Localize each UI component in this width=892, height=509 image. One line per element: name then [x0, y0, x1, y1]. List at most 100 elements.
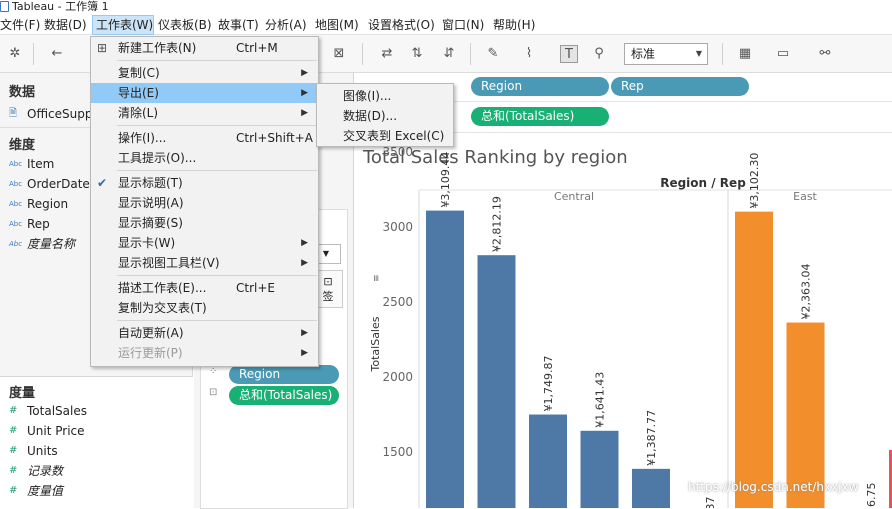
number-type-icon: #	[9, 465, 18, 476]
submenu-arrow-icon: ▶	[301, 88, 308, 98]
number-type-icon: #	[9, 405, 18, 416]
back-icon[interactable]: ←	[48, 45, 66, 63]
menu-separator	[117, 320, 317, 321]
menu-dashboard[interactable]: 仪表板(B)	[158, 15, 216, 35]
menu-item[interactable]: ✔ 显示标题(T)	[91, 173, 318, 193]
bar-data-label: ¥1,641.43	[594, 372, 607, 428]
menu-help[interactable]: 帮助(H)	[493, 15, 537, 35]
dimension-field[interactable]: Abc 度量名称	[9, 236, 75, 252]
export-menu-item[interactable]: 图像(I)...	[317, 86, 453, 106]
sort-ascending-icon[interactable]: ⇅	[408, 45, 426, 63]
show-labels-icon[interactable]: T	[560, 45, 578, 63]
menu-item[interactable]: 显示摘要(S)	[91, 213, 318, 233]
fit-select[interactable]: 标准 ▼	[624, 43, 708, 65]
chevron-down-icon: ▼	[695, 49, 702, 58]
menu-window[interactable]: 窗口(N)	[442, 15, 490, 35]
bar-data-label: ¥2,812.19	[491, 196, 504, 252]
menu-item[interactable]: ⊞ 新建工作表(N) Ctrl+M	[91, 38, 318, 58]
bar[interactable]	[632, 468, 670, 508]
new-sheet-icon: ⊞	[97, 41, 108, 55]
dimension-field[interactable]: Abc Region	[9, 196, 68, 212]
show-me-icon[interactable]: ▦	[736, 45, 754, 63]
data-source[interactable]: 🗎 OfficeSuppl	[9, 106, 96, 122]
menu-worksheet[interactable]: 工作表(W)	[92, 15, 154, 35]
menu-story[interactable]: 故事(T)	[218, 15, 262, 35]
color-icon: ⁘	[209, 366, 218, 377]
menu-item[interactable]: 显示视图工具栏(V) ▶	[91, 253, 318, 273]
marks-pill[interactable]: 总和(TotalSales)	[229, 386, 339, 405]
tableau-app-icon	[0, 1, 9, 12]
bar[interactable]	[477, 255, 516, 508]
string-type-icon: Abc	[9, 220, 23, 228]
string-type-icon: Abc	[9, 160, 23, 168]
number-type-icon: #	[9, 445, 18, 456]
measure-field[interactable]: # 度量值	[9, 483, 63, 499]
measure-field[interactable]: # Units	[9, 443, 58, 459]
export-menu-item[interactable]: 数据(D)...	[317, 106, 453, 126]
group-icon[interactable]: ⌇	[520, 45, 538, 63]
dimensions-header: 维度	[9, 138, 36, 153]
menu-separator	[117, 275, 317, 276]
string-type-icon: Abc	[9, 200, 23, 208]
marks-pill[interactable]: Region	[229, 365, 339, 384]
measures-header: 度量	[9, 386, 36, 401]
export-menu-item[interactable]: 交叉表到 Excel(C)	[317, 126, 453, 146]
dimension-field[interactable]: Abc OrderDate	[9, 176, 90, 192]
menu-data[interactable]: 数据(D)	[44, 15, 90, 35]
menu-item[interactable]: 运行更新(P) ▶	[91, 343, 318, 363]
menu-separator	[117, 170, 317, 171]
menu-item[interactable]: 描述工作表(E)... Ctrl+E	[91, 278, 318, 298]
checkmark-icon: ✔	[97, 176, 108, 190]
dimension-field[interactable]: Abc Item	[9, 156, 54, 172]
menu-format[interactable]: 设置格式(O)	[368, 15, 440, 35]
rows-pill[interactable]: 总和(TotalSales)	[471, 107, 609, 126]
menu-separator	[117, 60, 317, 61]
measure-field[interactable]: # 记录数	[9, 463, 63, 479]
bar-data-label-partial: 36.75	[865, 483, 878, 509]
clear-sheet-icon[interactable]: ⊠	[330, 45, 348, 63]
columns-pill[interactable]: Region	[471, 77, 609, 96]
measure-field[interactable]: # TotalSales	[9, 403, 87, 419]
menu-item[interactable]: 工具提示(O)...	[91, 148, 318, 168]
panel-header-east: East	[793, 190, 817, 203]
menu-item[interactable]: 自动更新(A) ▶	[91, 323, 318, 343]
menu-file[interactable]: 文件(F)	[0, 15, 42, 35]
menu-map[interactable]: 地图(M)	[315, 15, 365, 35]
bar[interactable]	[580, 430, 619, 508]
bar-data-label: ¥1,387.77	[645, 410, 658, 466]
y-tick-label: 1500	[382, 445, 413, 459]
bar[interactable]	[735, 211, 773, 508]
columns-pill[interactable]: Rep	[611, 77, 749, 96]
y-tick-label: 3000	[382, 220, 413, 234]
presentation-icon[interactable]: ▭	[774, 45, 792, 63]
measure-field[interactable]: # Unit Price	[9, 423, 85, 439]
menu-analysis[interactable]: 分析(A)	[265, 15, 313, 35]
sort-descending-icon[interactable]: ⇵	[440, 45, 458, 63]
bar-data-label-partial: .37	[704, 497, 717, 509]
y-axis-label: TotalSales	[369, 316, 382, 372]
menu-item[interactable]: 显示说明(A)	[91, 193, 318, 213]
number-type-icon: #	[9, 425, 18, 436]
panel-header-central: Central	[554, 190, 594, 203]
menu-item[interactable]: 显示卡(W) ▶	[91, 233, 318, 253]
bar[interactable]	[426, 210, 464, 508]
database-icon: 🗎	[9, 108, 18, 119]
title-bar: Tableau - 工作簿 1	[0, 0, 892, 15]
menu-item[interactable]: 复制(C) ▶	[91, 63, 318, 83]
tableau-logo-icon[interactable]: ✲	[6, 45, 24, 63]
share-icon[interactable]: ⚯	[816, 45, 834, 63]
export-submenu: 图像(I)... 数据(D)... 交叉表到 Excel(C)	[316, 83, 454, 147]
menu-item[interactable]: 清除(L) ▶	[91, 103, 318, 123]
highlight-icon[interactable]: ✎	[484, 45, 502, 63]
menu-item[interactable]: 操作(I)... Ctrl+Shift+A	[91, 128, 318, 148]
bar-data-label: ¥2,363.04	[800, 264, 813, 320]
menu-item[interactable]: 复制为交叉表(T)	[91, 298, 318, 318]
submenu-arrow-icon: ▶	[301, 258, 308, 268]
menu-item[interactable]: 导出(E) ▶	[91, 83, 318, 103]
dimension-field[interactable]: Abc Rep	[9, 216, 50, 232]
window-title: Tableau - 工作簿 1	[12, 0, 109, 13]
pin-icon[interactable]: ⚲	[590, 45, 608, 63]
swap-icon[interactable]: ⇄	[378, 45, 396, 63]
label-icon: ⊡	[209, 387, 218, 398]
bar[interactable]	[529, 414, 567, 508]
